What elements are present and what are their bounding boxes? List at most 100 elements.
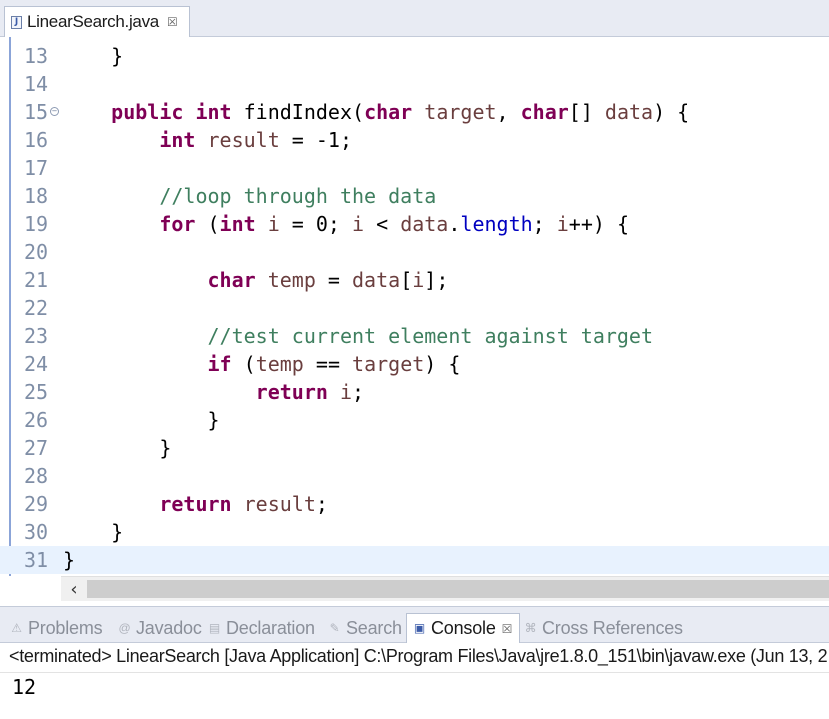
code-punctuation: ++) { [568,212,630,236]
view-tab-problems[interactable]: ⚠ Problems [10,613,102,643]
line-number: 28 [24,464,49,488]
code-punctuation [63,492,159,516]
code-punctuation [256,268,268,292]
view-tab-label: Javadoc [136,617,202,638]
code-text: //test current element against target [63,323,654,349]
editor-tab-linearsearch[interactable]: J LinearSearch.java ☒ [4,6,190,37]
code-line[interactable]: 16 int result = -1; [0,126,829,154]
code-punctuation [63,268,208,292]
code-variable: target [352,352,425,376]
view-tab-cross-references[interactable]: ⌘ Cross References [524,613,683,643]
javadoc-icon: @ [118,620,131,635]
code-punctuation: < [364,212,401,236]
code-line[interactable]: 13 } [0,42,829,70]
code-variable: i [339,380,352,404]
code-editor[interactable]: 13 } 14 15− public int findIndex(char targ… [0,37,829,576]
code-line[interactable]: 26 } [0,406,829,434]
code-variable: temp [267,268,316,292]
code-punctuation: } [63,548,76,572]
code-line-current[interactable]: 31} [0,546,829,574]
code-area[interactable]: 13 } 14 15− public int findIndex(char targ… [0,37,829,576]
code-line[interactable]: 14 [0,70,829,98]
line-number: 21 [24,268,49,292]
code-punctuation: ; [352,380,365,404]
views-tab-bar: ⚠ Problems @ Javadoc ▤ Declaration ✎ Search ▣ Con… [0,606,829,643]
code-line[interactable]: 30 } [0,518,829,546]
code-keyword: for [159,212,196,236]
code-punctuation: ) { [424,352,461,376]
console-icon: ▣ [413,621,426,635]
code-punctuation: } [63,408,220,432]
code-punctuation: } [63,520,124,544]
code-line[interactable]: 27 } [0,434,829,462]
code-keyword: if [207,352,232,376]
code-line[interactable]: 20 [0,238,829,266]
view-tab-console[interactable]: ▣ Console ☒ [406,613,520,643]
code-punctuation: = 0; [279,212,353,236]
code-text: } [63,519,123,545]
code-text: } [63,547,75,573]
code-punctuation: ; [532,212,557,236]
code-line[interactable]: 18 //loop through the data [0,182,829,210]
code-line[interactable]: 22 [0,294,829,322]
code-line[interactable]: 24 if (temp == target) { [0,350,829,378]
code-keyword: char [364,100,413,124]
declaration-icon: ▤ [208,620,221,635]
scroll-left-button[interactable]: ‹ [61,577,87,601]
view-tab-label: Declaration [226,617,315,638]
close-icon[interactable]: ☒ [167,15,178,29]
code-punctuation [232,100,244,124]
code-line[interactable]: 19 for (int i = 0; i < data.length; i++)… [0,210,829,238]
code-text: } [63,407,220,433]
code-punctuation: [] [568,100,605,124]
view-tab-javadoc[interactable]: @ Javadoc [118,613,202,643]
code-punctuation: == [303,352,353,376]
horizontal-scrollbar[interactable]: ‹ [61,576,829,601]
code-line[interactable]: 23 //test current element against target [0,322,829,350]
code-keyword: char [520,100,569,124]
code-keyword: int [219,212,256,236]
code-line[interactable]: 25 return i; [0,378,829,406]
scroll-thumb[interactable] [87,580,829,598]
code-keyword: return [255,380,328,404]
line-number: 26 [24,408,49,432]
close-icon[interactable]: ☒ [502,622,513,636]
fold-toggle-icon[interactable]: − [50,107,59,116]
code-keyword: return [159,492,232,516]
code-variable: data [400,212,449,236]
code-line[interactable]: 21 char temp = data[i]; [0,266,829,294]
code-punctuation [183,100,195,124]
code-keyword: int [159,128,196,152]
line-number: 17 [24,156,49,180]
line-number: 18 [24,184,49,208]
search-icon: ✎ [329,620,340,635]
code-variable: target [424,100,497,124]
view-tab-declaration[interactable]: ▤ Declaration [208,613,315,643]
code-punctuation [232,492,244,516]
code-text: } [63,43,123,69]
code-line[interactable]: 15− public int findIndex(char target, ch… [0,98,829,126]
line-number: 22 [24,296,49,320]
code-punctuation: . [448,212,461,236]
view-tab-search[interactable]: ✎ Search [328,613,402,643]
editor-tab-bar: J LinearSearch.java ☒ [0,0,829,37]
line-number: 27 [24,436,49,460]
code-line[interactable]: 29 return result; [0,490,829,518]
view-tab-label: Search [346,617,402,638]
code-variable: i [267,212,280,236]
java-file-icon: J [11,15,22,29]
code-variable: i [412,268,425,292]
line-number: 16 [24,128,49,152]
code-variable: temp [255,352,304,376]
code-identifier: findIndex [243,100,353,124]
code-variable: result [207,128,280,152]
line-number: 20 [24,240,49,264]
code-text: int result = -1; [63,127,352,153]
code-punctuation: [ [400,268,413,292]
code-text: char temp = data[i]; [63,267,449,293]
code-line[interactable]: 17 [0,154,829,182]
code-keyword: char [207,268,256,292]
code-line[interactable]: 28 [0,462,829,490]
console-output[interactable]: 12 [0,673,829,719]
code-keyword: int [195,100,232,124]
